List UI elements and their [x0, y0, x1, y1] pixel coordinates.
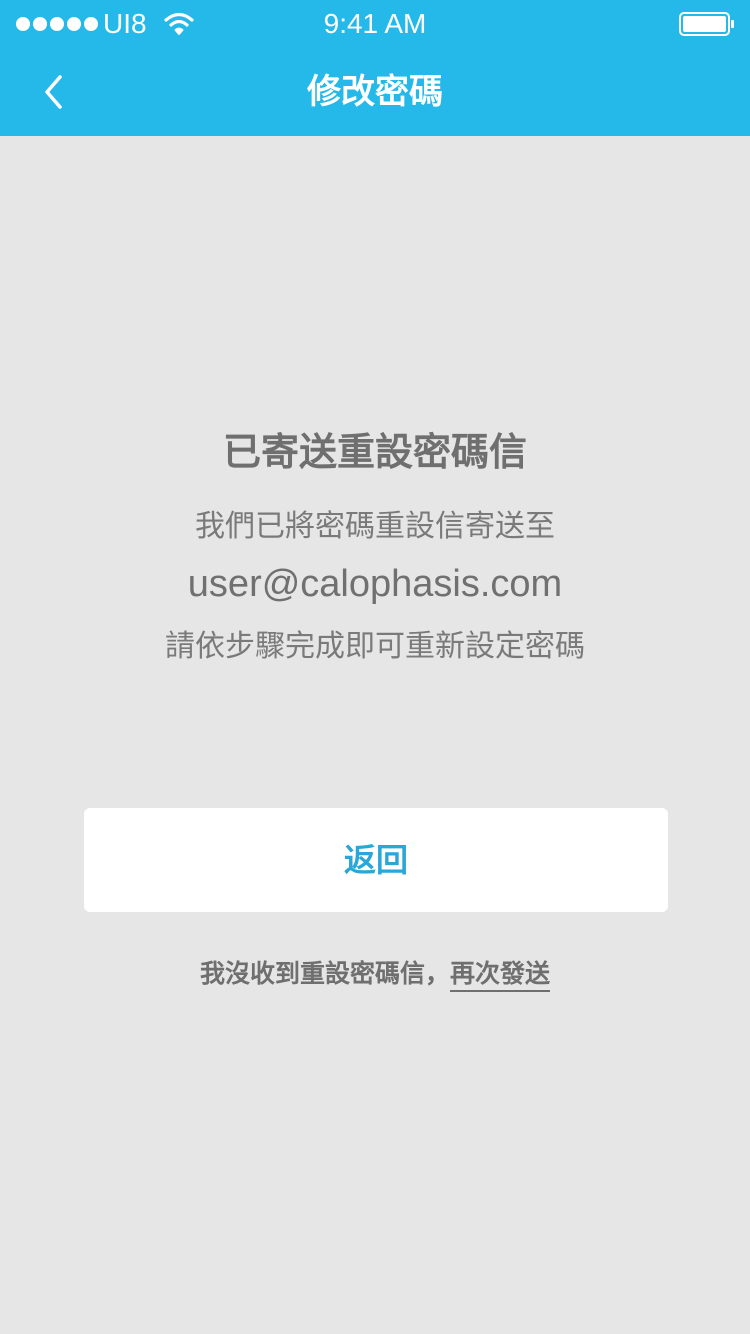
screen: UI8 9:41 AM 修改密碼 已寄送重設密碼信 我們已將密碼重設信寄送至 u…: [0, 0, 750, 1334]
instruction-message: 請依步驟完成即可重新設定密碼: [165, 629, 585, 664]
status-time: 9:41 AM: [323, 8, 427, 39]
resend-prompt: 我沒收到重設密碼信，: [199, 959, 450, 988]
status-bar: UI8 9:41 AM: [0, 0, 750, 48]
return-button-label: 返回: [343, 841, 408, 879]
resend-link[interactable]: 再次發送: [450, 959, 551, 992]
top-bar: UI8 9:41 AM 修改密碼: [0, 0, 750, 136]
resend-row: 我沒收到重設密碼信，再次發送: [0, 954, 750, 994]
confirmation-heading: 已寄送重設密碼信: [222, 430, 527, 474]
sent-message: 我們已將密碼重設信寄送至: [195, 509, 555, 544]
return-button[interactable]: 返回: [84, 808, 668, 912]
navigation-bar: 修改密碼: [0, 48, 750, 136]
main-content: 已寄送重設密碼信 我們已將密碼重設信寄送至 user@calophasis.co…: [0, 136, 750, 1334]
battery-icon: [679, 12, 734, 36]
email-address: user@calophasis.com: [187, 563, 563, 605]
page-title: 修改密碼: [307, 72, 443, 112]
